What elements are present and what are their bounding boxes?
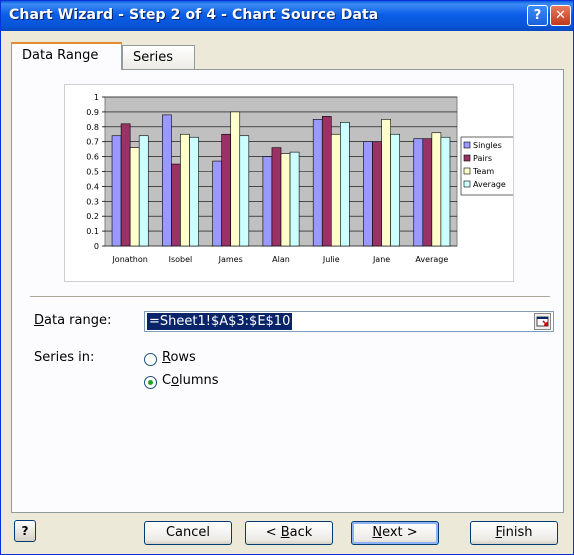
bar-singles-jane xyxy=(363,141,373,247)
help-button[interactable]: ? xyxy=(14,520,36,542)
legend-label-pairs: Pairs xyxy=(473,154,492,163)
next-button[interactable]: Next > xyxy=(351,521,439,545)
bar-team-james xyxy=(230,111,241,247)
y-tick-label: 0.1 xyxy=(86,227,99,236)
x-tick-label: Jane xyxy=(372,255,390,264)
legend-swatch-pairs xyxy=(463,154,471,162)
bar-singles-julie xyxy=(312,119,323,247)
series-rows-label[interactable]: Rows xyxy=(162,350,196,365)
y-tick-label: 0.6 xyxy=(86,153,99,162)
bar-pairs-james xyxy=(221,133,232,247)
legend-label-average: Average xyxy=(473,180,506,189)
chart-wizard-dialog: Chart Wizard - Step 2 of 4 - Chart Sourc… xyxy=(0,0,574,555)
legend-label-team: Team xyxy=(472,167,494,176)
data-range-input[interactable]: =Sheet1!$A$3:$E$10 xyxy=(144,311,554,332)
cancel-button[interactable]: Cancel xyxy=(144,521,232,545)
bar-singles-jonathon xyxy=(111,135,122,247)
bar-average-average xyxy=(440,136,451,247)
y-tick-label: 0.8 xyxy=(86,123,99,132)
close-icon[interactable]: ✕ xyxy=(550,5,571,26)
y-tick-label: 0.2 xyxy=(86,212,99,221)
bar-team-jonathon xyxy=(129,147,140,247)
bar-pairs-jane xyxy=(372,141,382,247)
y-tick-label: 0.3 xyxy=(86,197,99,206)
bar-singles-james xyxy=(212,160,222,247)
bar-average-julie xyxy=(340,122,350,247)
bar-singles-average xyxy=(413,138,424,247)
legend-swatch-team xyxy=(463,167,471,175)
data-range-label: Data range: xyxy=(34,313,112,328)
y-tick-label: 0.9 xyxy=(86,108,99,117)
bar-singles-isobel xyxy=(162,114,172,247)
help-icon[interactable]: ? xyxy=(527,5,548,26)
bar-average-isobel xyxy=(189,136,199,247)
y-tick-label: 0.7 xyxy=(86,138,99,147)
bar-singles-alan xyxy=(262,156,273,247)
legend-swatch-singles xyxy=(463,141,471,149)
bar-team-isobel xyxy=(180,133,190,247)
data-range-value: =Sheet1!$A$3:$E$10 xyxy=(147,313,293,330)
x-tick-label: Alan xyxy=(272,255,290,264)
y-tick-label: 0 xyxy=(94,242,99,251)
chart-svg: 0 0.1 0.2 0.3 0.4 0.5 0.6 0.7 0.8 0.9 1 Jonathon Iso… xyxy=(86,93,516,264)
x-tick-label: James xyxy=(218,255,243,264)
chart-preview: 0 0.1 0.2 0.3 0.4 0.5 0.6 0.7 0.8 0.9 1 Jonathon Iso… xyxy=(64,84,516,282)
bar-team-julie xyxy=(330,133,341,247)
bar-team-average xyxy=(431,132,442,247)
bar-average-jane xyxy=(390,133,400,247)
tab-data-range-label: Data Range xyxy=(22,48,99,63)
bar-team-jane xyxy=(381,119,391,247)
bar-pairs-jonathon xyxy=(120,123,131,247)
legend-swatch-average xyxy=(463,180,471,188)
bar-pairs-alan xyxy=(271,147,282,247)
y-tick-label: 1 xyxy=(94,93,99,102)
back-button[interactable]: < Back xyxy=(245,521,333,545)
x-tick-label: Julie xyxy=(322,255,340,264)
x-tick-label: Average xyxy=(415,255,448,264)
divider xyxy=(30,296,550,298)
series-columns-label[interactable]: Columns xyxy=(162,373,219,388)
bar-average-james xyxy=(239,135,250,247)
y-tick-label: 0.5 xyxy=(86,168,99,177)
x-tick-label: Isobel xyxy=(169,255,193,264)
series-columns-radio[interactable] xyxy=(144,376,157,389)
legend-label-singles: Singles xyxy=(473,141,502,150)
bar-average-alan xyxy=(289,151,300,247)
tab-data-range[interactable]: Data Range xyxy=(11,42,122,70)
window-title: Chart Wizard - Step 2 of 4 - Chart Sourc… xyxy=(9,7,379,23)
y-tick-label: 0.4 xyxy=(86,182,99,191)
tab-series[interactable]: Series xyxy=(122,45,195,69)
bar-pairs-julie xyxy=(321,116,332,247)
finish-button[interactable]: Finish xyxy=(470,521,558,545)
series-rows-radio[interactable] xyxy=(144,353,157,366)
bar-team-alan xyxy=(280,153,291,247)
title-bar[interactable]: Chart Wizard - Step 2 of 4 - Chart Sourc… xyxy=(1,1,573,31)
tab-series-label: Series xyxy=(133,50,173,65)
bar-pairs-average xyxy=(422,138,433,247)
bar-pairs-isobel xyxy=(171,163,181,247)
tab-panel: 0 0.1 0.2 0.3 0.4 0.5 0.6 0.7 0.8 0.9 1 Jonathon Iso… xyxy=(11,69,564,513)
x-tick-label: Jonathon xyxy=(111,255,147,264)
series-in-label: Series in: xyxy=(34,350,95,365)
bar-average-jonathon xyxy=(138,135,149,247)
collapse-dialog-icon[interactable] xyxy=(534,313,551,330)
